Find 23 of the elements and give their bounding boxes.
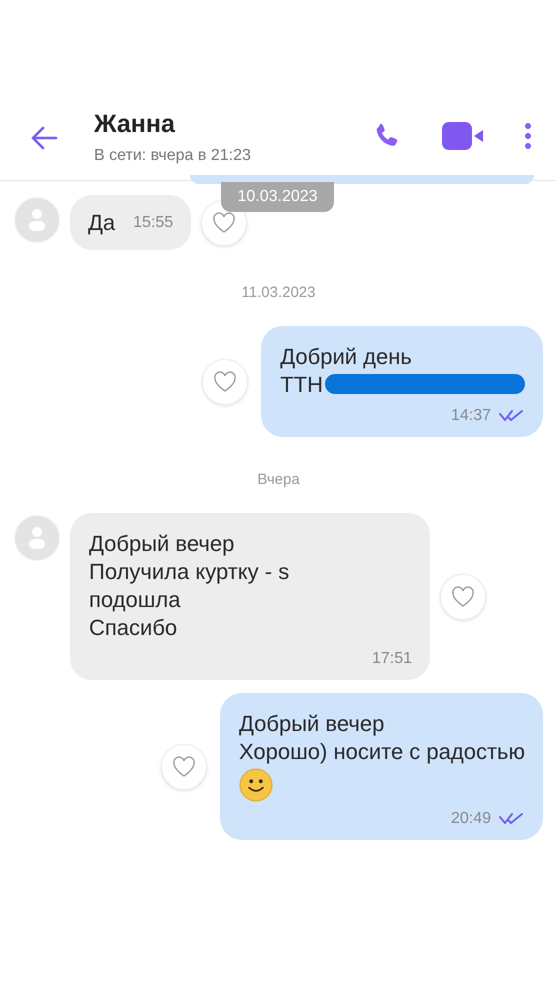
date-separator: 11.03.2023	[242, 284, 316, 301]
message-text: Добрый вечер Хорошо) носите с радостью	[239, 711, 525, 764]
video-camera-icon[interactable]	[442, 122, 484, 150]
last-seen-status: В сети: вчера в 21:23	[94, 146, 252, 164]
more-options-icon[interactable]	[524, 122, 532, 150]
heart-icon	[212, 212, 236, 234]
heart-icon	[451, 586, 475, 608]
like-button[interactable]	[440, 574, 486, 620]
message-time: 17:51	[372, 650, 412, 668]
message-time: 15:55	[133, 214, 174, 232]
message-text: Добрий день ТТН	[280, 344, 412, 397]
date-toast: 10.03.2023	[221, 182, 334, 212]
like-button[interactable]	[161, 744, 207, 790]
message-time: 14:37	[450, 407, 491, 425]
message-time: 20:49	[450, 810, 491, 828]
message-text: Да	[88, 210, 116, 234]
contact-name: Жанна	[94, 110, 176, 138]
message-text: Добрый вечер Получила куртку - s подошла Спасибо	[89, 531, 290, 640]
back-arrow-icon[interactable]	[30, 126, 58, 150]
heart-icon	[172, 756, 196, 778]
heart-icon	[213, 370, 238, 392]
like-button[interactable]	[202, 358, 248, 404]
date-separator: Вчера	[257, 471, 300, 488]
